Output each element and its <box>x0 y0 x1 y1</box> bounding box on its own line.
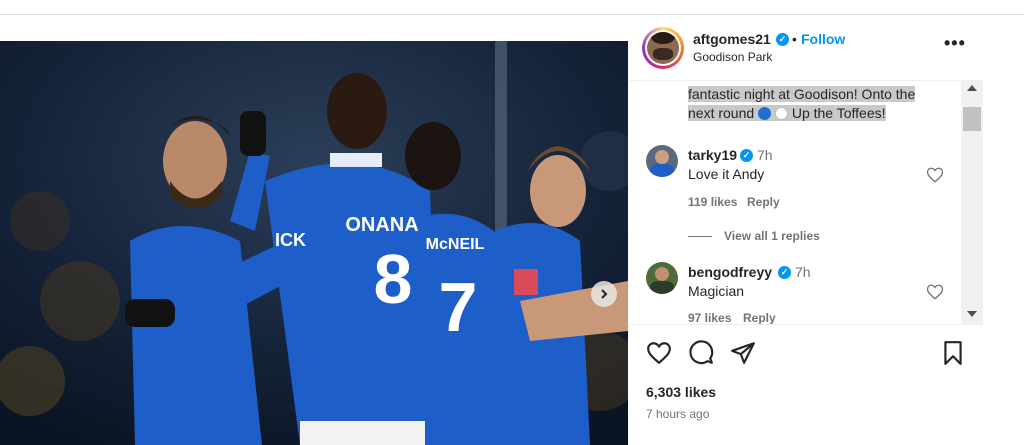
comment-time: 7h <box>757 147 773 163</box>
caption-line-1: fantastic night at Goodison! Onto the <box>688 86 916 102</box>
comment-icon[interactable] <box>688 340 714 366</box>
scroll-down-arrow-icon[interactable] <box>967 311 977 317</box>
verified-badge-icon: ✓ <box>776 33 789 46</box>
view-replies-label: View all 1 replies <box>724 229 820 243</box>
carousel-next-button[interactable] <box>591 281 617 307</box>
verified-badge-icon: ✓ <box>740 149 753 162</box>
paper-plane-icon[interactable] <box>730 340 756 366</box>
top-bar <box>0 0 1024 15</box>
comments-scrollbar[interactable] <box>961 81 983 324</box>
more-options-icon[interactable]: ••• <box>944 33 966 54</box>
view-replies-button[interactable]: View all 1 replies <box>688 229 820 243</box>
caption-line-2: next round <box>688 105 755 121</box>
jersey-name-onana: ONANA <box>345 214 418 236</box>
bookmark-icon[interactable] <box>940 340 966 366</box>
comment-username[interactable]: bengodfreyy <box>688 264 772 280</box>
post-photo[interactable]: ONANA 8 ICK McNEIL 7 <box>0 41 628 445</box>
blue-heart-emoji-icon <box>758 107 772 120</box>
caption-line-2-end: Up the Toffees! <box>791 105 886 121</box>
separator-dot: • <box>792 31 797 47</box>
comment-text: Magician <box>688 283 745 299</box>
heart-icon[interactable] <box>926 283 944 301</box>
post-location[interactable]: Goodison Park <box>693 50 772 64</box>
jersey-number-onana: 8 <box>374 240 413 318</box>
comment-likes[interactable]: 119 likes <box>688 195 737 209</box>
post-actions: 6,303 likes 7 hours ago <box>629 324 983 430</box>
jersey-name-mcneil: McNEIL <box>426 236 485 253</box>
sponsor-text: ICK <box>275 230 306 250</box>
post-sidebar: aftgomes21 ✓ • Follow Goodison Park ••• … <box>629 15 983 430</box>
post-caption: fantastic night at Goodison! Onto the ne… <box>688 85 936 123</box>
scrollbar-thumb[interactable] <box>963 107 981 131</box>
heart-icon[interactable] <box>646 340 672 366</box>
comment-text: Love it Andy <box>688 166 765 182</box>
reply-button[interactable]: Reply <box>747 195 780 209</box>
verified-badge-icon: ✓ <box>778 266 791 279</box>
reply-button[interactable]: Reply <box>743 311 776 324</box>
comment-avatar[interactable] <box>646 145 678 177</box>
post-header: aftgomes21 ✓ • Follow Goodison Park ••• <box>629 15 983 81</box>
avatar-image <box>647 32 679 64</box>
follow-button[interactable]: Follow <box>801 31 845 47</box>
comments-list: fantastic night at Goodison! Onto the ne… <box>629 81 983 324</box>
avatar[interactable] <box>642 27 684 69</box>
post-username[interactable]: aftgomes21 <box>693 31 771 47</box>
comment-avatar[interactable] <box>646 262 678 294</box>
photo-graphic: ONANA 8 ICK McNEIL 7 <box>0 41 628 445</box>
chevron-right-icon <box>601 289 608 299</box>
scroll-up-arrow-icon[interactable] <box>967 85 977 91</box>
comment-username[interactable]: tarky19 <box>688 147 737 163</box>
white-heart-emoji-icon <box>774 107 788 120</box>
comment-time: 7h <box>795 264 811 280</box>
heart-icon[interactable] <box>926 166 944 184</box>
likes-count[interactable]: 6,303 likes <box>646 384 716 400</box>
jersey-number-mcneil: 7 <box>439 268 478 346</box>
comment-likes[interactable]: 97 likes <box>688 311 731 324</box>
post-timestamp: 7 hours ago <box>646 407 710 421</box>
